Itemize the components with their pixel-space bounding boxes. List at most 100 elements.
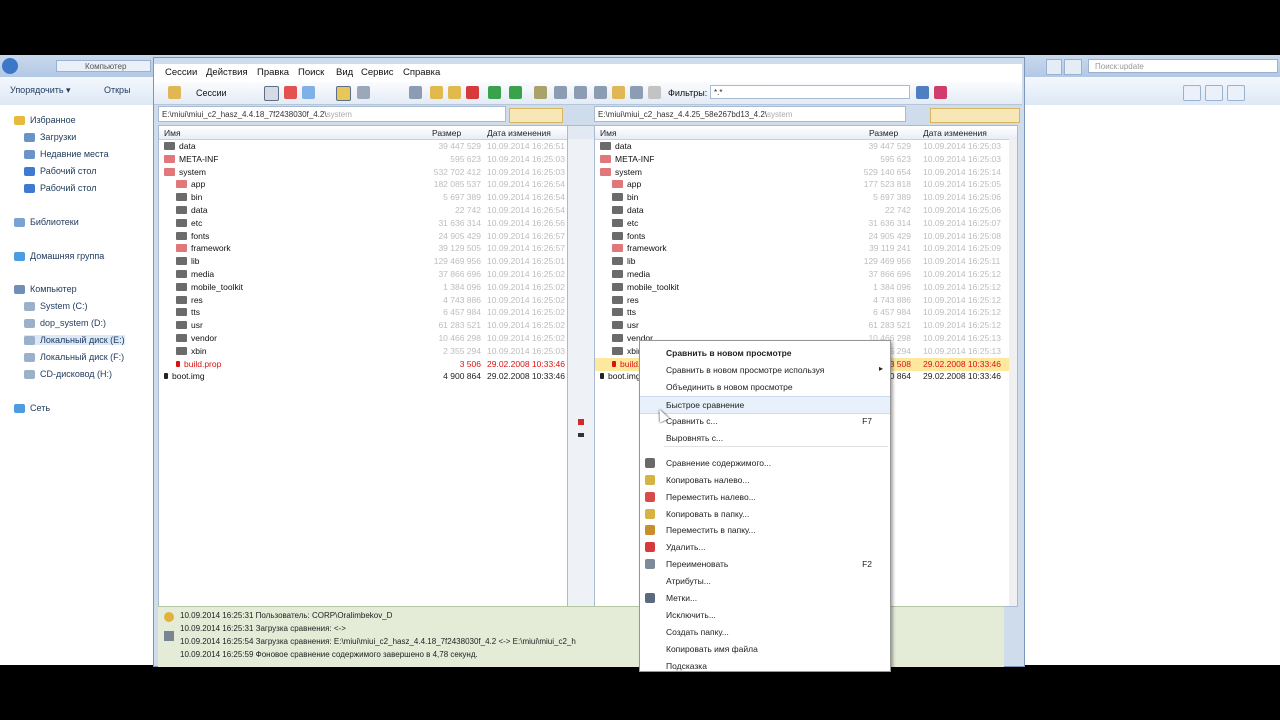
nav-item[interactable]: Локальный диск (E:) xyxy=(24,335,125,345)
menu-item[interactable]: Сессии xyxy=(165,67,197,78)
filter-left-icon[interactable] xyxy=(916,86,929,99)
file-row[interactable]: framework 39 119 241 10.09.2014 16:25:09 xyxy=(595,242,1017,255)
file-row[interactable]: media 37 866 696 10.09.2014 16:25:02 xyxy=(159,268,567,281)
nav-item[interactable]: System (C:) xyxy=(24,301,88,311)
file-row[interactable]: boot.img 4 900 864 29.02.2008 10:33:46 xyxy=(159,370,567,383)
file-row[interactable]: usr 61 283 521 10.09.2014 16:25:12 xyxy=(595,319,1017,332)
select-icon[interactable] xyxy=(534,86,547,99)
check-icon[interactable] xyxy=(574,86,587,99)
menu-item[interactable]: Поиск xyxy=(298,67,324,78)
nav-item[interactable]: Библиотеки xyxy=(14,217,79,227)
copy-icon[interactable] xyxy=(430,86,443,99)
nav-item[interactable]: Локальный диск (F:) xyxy=(24,352,124,362)
context-menu-item[interactable]: Удалить... xyxy=(640,539,890,555)
dropdown-icon[interactable] xyxy=(1046,59,1062,75)
nav-item[interactable]: Рабочий стол xyxy=(24,166,97,176)
menu-item[interactable]: Сервис xyxy=(361,67,394,78)
preview-pane-icon[interactable] xyxy=(1205,85,1223,101)
file-row[interactable]: data 22 742 10.09.2014 16:26:54 xyxy=(159,204,567,217)
filters-input[interactable]: *.* xyxy=(710,85,910,99)
context-menu-item[interactable]: Подсказка xyxy=(640,658,890,671)
organize-button[interactable]: Упорядочить ▾ xyxy=(10,85,71,96)
context-menu-item[interactable]: Переименовать F2 xyxy=(640,556,890,572)
file-row[interactable]: vendor 10 466 298 10.09.2014 16:25:02 xyxy=(159,332,567,345)
col-date[interactable]: Дата изменения xyxy=(923,128,987,138)
move-icon[interactable] xyxy=(448,86,461,99)
file-row[interactable]: app 177 523 818 10.09.2014 16:25:05 xyxy=(595,178,1017,191)
menu-item[interactable]: Вид xyxy=(336,67,353,78)
file-row[interactable]: framework 39 129 505 10.09.2014 16:26:57 xyxy=(159,242,567,255)
log-save-icon[interactable] xyxy=(164,631,174,641)
file-row[interactable]: tts 6 457 984 10.09.2014 16:25:12 xyxy=(595,306,1017,319)
context-menu-item[interactable]: Создать папку... xyxy=(640,624,890,640)
compare-icon[interactable] xyxy=(409,86,422,99)
file-row[interactable]: build.prop 3 506 29.02.2008 10:33:46 xyxy=(159,358,567,371)
open-button[interactable]: Откры xyxy=(104,85,131,95)
menu-item[interactable]: Правка xyxy=(257,67,289,78)
file-row[interactable]: res 4 743 886 10.09.2014 16:25:12 xyxy=(595,294,1017,307)
swap-icon[interactable] xyxy=(612,86,625,99)
context-menu-item[interactable]: Копировать в папку... xyxy=(640,506,890,522)
structure-icon[interactable] xyxy=(336,86,351,101)
file-row[interactable]: data 39 447 529 10.09.2014 16:25:03 xyxy=(595,140,1017,153)
left-path-field[interactable]: E:\miui\miui_c2_hasz_4.4.18_7f2438030f_4… xyxy=(158,106,506,122)
file-row[interactable]: app 182 085 537 10.09.2014 16:26:54 xyxy=(159,178,567,191)
file-row[interactable]: fonts 24 905 429 10.09.2014 16:25:08 xyxy=(595,230,1017,243)
nav-item[interactable]: Загрузки xyxy=(24,132,76,142)
file-row[interactable]: system 532 702 412 10.09.2014 16:25:03 xyxy=(159,166,567,179)
filter-right-icon[interactable] xyxy=(934,86,947,99)
file-row[interactable]: META-INF 595 623 10.09.2014 16:25:03 xyxy=(595,153,1017,166)
context-menu-item[interactable]: Выровнять с... xyxy=(640,430,890,446)
file-row[interactable]: media 37 866 696 10.09.2014 16:25:12 xyxy=(595,268,1017,281)
file-row[interactable]: system 529 140 654 10.09.2014 16:25:14 xyxy=(595,166,1017,179)
nav-item[interactable]: Избранное xyxy=(14,115,76,125)
minor-icon[interactable] xyxy=(357,86,370,99)
help-icon[interactable] xyxy=(1227,85,1245,101)
context-menu-item[interactable]: Копировать налево... xyxy=(640,472,890,488)
scrollbar[interactable] xyxy=(1009,139,1017,606)
context-menu-item[interactable]: Переместить налево... xyxy=(640,489,890,505)
context-menu-item[interactable]: Объединить в новом просмотре xyxy=(640,379,890,395)
context-menu-item[interactable]: Сравнение содержимого... xyxy=(640,455,890,471)
nav-item[interactable]: Сеть xyxy=(14,403,50,413)
file-row[interactable]: bin 5 697 389 10.09.2014 16:26:54 xyxy=(159,191,567,204)
file-row[interactable]: xbin 2 355 294 10.09.2014 16:25:03 xyxy=(159,345,567,358)
file-row[interactable]: etc 31 636 314 10.09.2014 16:25:07 xyxy=(595,217,1017,230)
col-size[interactable]: Размер xyxy=(869,128,898,138)
file-row[interactable]: lib 129 469 956 10.09.2014 16:25:01 xyxy=(159,255,567,268)
show-all-icon[interactable] xyxy=(264,86,279,101)
sessions-button[interactable]: Сессии xyxy=(196,88,227,98)
left-file-pane[interactable]: Имя Размер Дата изменения data 39 447 529… xyxy=(158,125,568,607)
back-icon[interactable] xyxy=(2,58,18,74)
breadcrumb[interactable]: Компьютер xyxy=(56,60,151,72)
file-row[interactable]: data 22 742 10.09.2014 16:25:06 xyxy=(595,204,1017,217)
file-row[interactable]: mobile_toolkit 1 384 096 10.09.2014 16:25:… xyxy=(159,281,567,294)
col-size[interactable]: Размер xyxy=(432,128,461,138)
nav-item[interactable]: Компьютер xyxy=(14,284,77,294)
col-date[interactable]: Дата изменения xyxy=(487,128,551,138)
file-row[interactable]: META-INF 595 623 10.09.2014 16:25:03 xyxy=(159,153,567,166)
context-menu-item[interactable]: Сравнить в новом просмотре xyxy=(640,345,890,361)
file-row[interactable]: tts 6 457 984 10.09.2014 16:25:02 xyxy=(159,306,567,319)
nav-item[interactable]: dop_system (D:) xyxy=(24,318,106,328)
file-row[interactable]: mobile_toolkit 1 384 096 10.09.2014 16:25:… xyxy=(595,281,1017,294)
menu-item[interactable]: Действия xyxy=(206,67,248,78)
collapse-icon[interactable] xyxy=(509,86,522,99)
context-menu-item[interactable]: Сравнить в новом просмотре используя ▸ xyxy=(640,362,890,378)
search-input[interactable]: Поиск:update xyxy=(1088,59,1278,73)
nav-item[interactable]: Домашняя группа xyxy=(14,251,104,261)
file-row[interactable]: usr 61 283 521 10.09.2014 16:25:02 xyxy=(159,319,567,332)
right-path-buttons[interactable] xyxy=(930,108,1020,123)
file-row[interactable]: data 39 447 529 10.09.2014 16:26:51 xyxy=(159,140,567,153)
file-row[interactable]: etc 31 636 314 10.09.2014 16:26:56 xyxy=(159,217,567,230)
nav-item[interactable]: CD-дисковод (H:) xyxy=(24,369,112,379)
refresh-icon[interactable] xyxy=(630,86,643,99)
expand-icon[interactable] xyxy=(488,86,501,99)
view-options-icon[interactable] xyxy=(1183,85,1201,101)
files-icon[interactable] xyxy=(554,86,567,99)
refresh-icon[interactable] xyxy=(1064,59,1082,75)
delete-icon[interactable] xyxy=(466,86,479,99)
show-diffs-icon[interactable] xyxy=(284,86,297,99)
nav-item[interactable]: Недавние места xyxy=(24,149,109,159)
context-menu-item[interactable]: Переместить в папку... xyxy=(640,522,890,538)
